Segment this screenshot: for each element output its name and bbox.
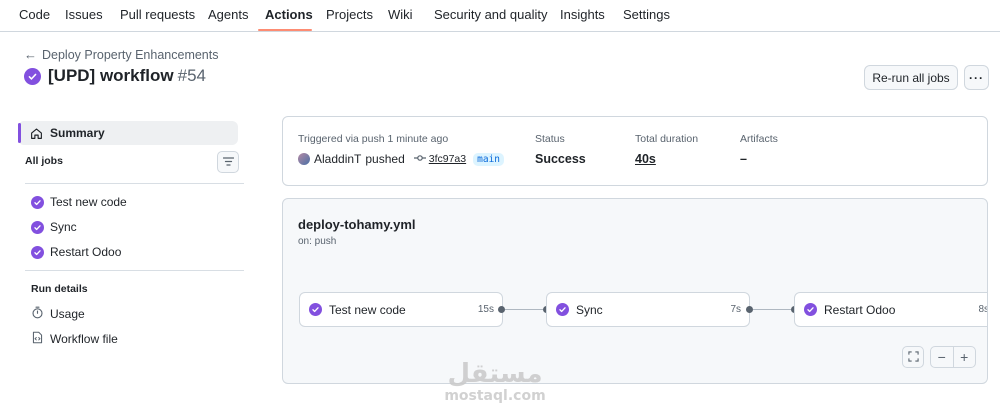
graph-job-label: Restart Odoo [824,302,896,317]
divider [25,270,244,271]
arrow-left-icon: ← [24,47,37,62]
graph-job-sync[interactable]: Sync 7s [546,292,750,327]
tab-insights[interactable]: Insights [560,7,605,22]
commit-sha: 3fc97a3 [428,153,467,165]
tab-issues[interactable]: Issues [65,7,103,22]
duration-label: Total duration [635,133,699,145]
rerun-all-jobs-button[interactable]: Re-run all jobs [864,65,958,90]
watermark-arabic: مستقل [447,359,543,389]
run-details-heading: Run details [31,283,88,295]
duration-value[interactable]: 40s [635,152,656,166]
filter-jobs-button[interactable] [217,151,239,173]
job-label: Test new code [50,195,127,209]
success-check-icon [309,303,322,316]
tab-settings[interactable]: Settings [623,7,670,22]
graph-job-duration: 8s [978,304,988,315]
workflow-trigger: on: push [298,236,337,247]
fullscreen-icon [907,349,919,365]
connector-line [753,309,791,310]
page-title: [UPD] workflow #54 [48,66,206,86]
branch-badge[interactable]: main [473,152,505,166]
tab-projects[interactable]: Projects [326,7,373,22]
page-title-row: [UPD] workflow #54 [24,66,206,86]
commit-link[interactable]: 3fc97a3 [413,153,467,165]
status-label: Status [535,133,565,145]
summary-label: Summary [50,126,105,140]
back-link[interactable]: ← Deploy Property Enhancements [24,47,218,62]
tab-security-and-quality[interactable]: Security and quality [434,7,547,22]
success-check-icon [804,303,817,316]
tab-wiki[interactable]: Wiki [388,7,413,22]
active-tab-indicator [258,29,312,31]
tab-agents[interactable]: Agents [208,7,248,22]
graph-job-duration: 7s [730,304,741,315]
push-info: AladdinT pushed 3fc97a3 main [298,152,505,166]
run-number: #54 [177,66,206,85]
sidebar-job-sync[interactable]: Sync [31,220,77,234]
fullscreen-button[interactable] [902,346,924,368]
success-check-icon [31,245,44,259]
connector-dot [746,306,753,313]
actor-name[interactable]: AladdinT [314,152,361,166]
git-commit-icon [413,153,426,165]
success-check-icon [24,67,41,85]
watermark-latin: mostaql.com [444,388,546,404]
home-icon [30,127,43,140]
all-jobs-heading: All jobs [25,155,63,167]
sidebar-item-summary[interactable]: Summary [18,121,238,145]
graph-job-duration: 15s [477,304,494,315]
divider [25,183,244,184]
zoom-in-button[interactable]: + [954,347,976,367]
workflow-title: [UPD] workflow [48,66,174,85]
file-code-icon [31,331,44,347]
usage-label: Usage [50,307,85,321]
workflow-file-label: Workflow file [50,332,118,346]
zoom-controls: − + [930,346,976,368]
filter-icon [222,155,234,169]
graph-job-restart-odoo[interactable]: Restart Odoo 8s [794,292,988,327]
sidebar-job-test-new-code[interactable]: Test new code [31,195,127,209]
connector-line [505,309,543,310]
job-label: Restart Odoo [50,245,122,259]
success-check-icon [556,303,569,316]
tab-actions[interactable]: Actions [265,7,313,22]
artifacts-label: Artifacts [740,133,778,145]
avatar [298,153,310,165]
tab-code[interactable]: Code [19,7,50,22]
job-label: Sync [50,220,77,234]
triggered-text: Triggered via push 1 minute ago [298,133,449,145]
run-summary-card: Triggered via push 1 minute ago AladdinT… [282,116,988,186]
repo-nav: Code Issues Pull requests Agents Actions… [0,0,1000,32]
artifacts-value: – [740,152,747,166]
tab-pull-requests[interactable]: Pull requests [120,7,195,22]
stopwatch-icon [31,306,44,322]
success-check-icon [31,195,44,209]
graph-job-test-new-code[interactable]: Test new code 15s [299,292,503,327]
graph-job-label: Test new code [329,302,406,317]
graph-job-label: Sync [576,302,603,317]
back-link-label: Deploy Property Enhancements [42,47,219,62]
workflow-file-name: deploy-tohamy.yml [298,217,416,232]
status-value: Success [535,152,586,166]
pushed-text: pushed [365,152,405,166]
zoom-out-button[interactable]: − [931,347,954,367]
sidebar-job-restart-odoo[interactable]: Restart Odoo [31,245,121,259]
sidebar-item-workflow-file[interactable]: Workflow file [31,331,118,347]
workflow-graph: deploy-tohamy.yml on: push Test new code… [282,198,988,384]
success-check-icon [31,220,44,234]
more-options-button[interactable]: ··· [964,65,989,90]
connector-dot [498,306,505,313]
watermark: مستقل mostaql.com [430,360,560,404]
sidebar-item-usage[interactable]: Usage [31,306,85,322]
